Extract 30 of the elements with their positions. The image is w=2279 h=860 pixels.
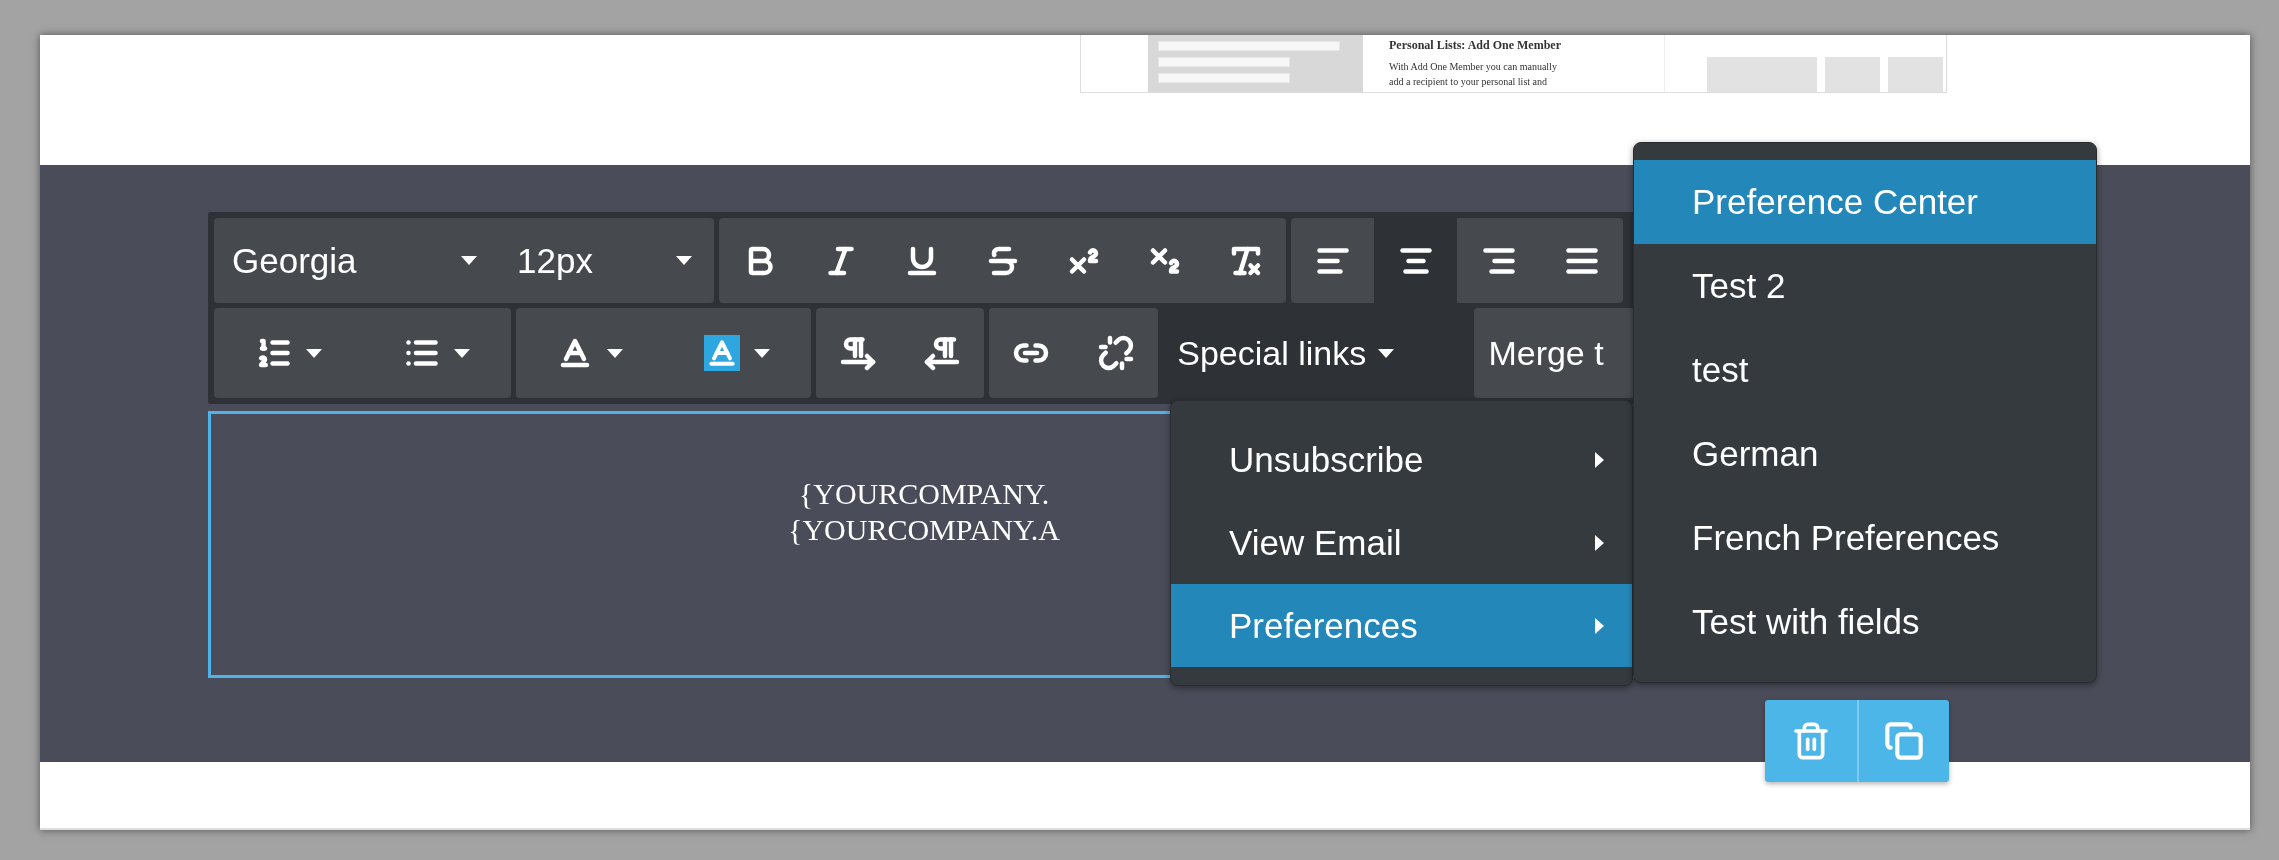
editor-text: {YOURCOMPANY. xyxy=(798,476,1050,512)
pilcrow-right-icon xyxy=(840,335,877,371)
caret-icon xyxy=(461,256,477,265)
thumbnail-text: With Add One Member you can manually xyxy=(1389,60,1558,74)
submenu-arrow-icon xyxy=(1595,451,1604,468)
merge-button[interactable]: Merge t xyxy=(1474,308,1634,398)
unlink-icon xyxy=(1097,335,1134,371)
pilcrow-left-icon xyxy=(923,335,960,371)
highlight-color-icon xyxy=(704,335,741,371)
submenu-arrow-icon xyxy=(1595,617,1604,634)
editor-text: {YOURCOMPANY.A xyxy=(788,512,1060,548)
submenu-item[interactable]: Test 2 xyxy=(1634,244,2096,328)
trash-icon xyxy=(1791,721,1831,761)
submenu-arrow-icon xyxy=(1595,534,1604,551)
caret-icon xyxy=(606,348,623,358)
thumbnail-text: add a recipient to your personal list and xyxy=(1389,75,1548,89)
menu-item[interactable]: View Email xyxy=(1171,501,1632,584)
menu-item[interactable]: Preferences xyxy=(1171,584,1632,667)
caret-icon xyxy=(754,348,771,358)
caret-icon xyxy=(1378,348,1395,358)
submenu-item[interactable]: test xyxy=(1634,328,2096,412)
font-select[interactable]: Georgia xyxy=(214,218,499,303)
menu-item[interactable]: Unsubscribe xyxy=(1171,418,1632,501)
submenu-item[interactable]: Preference Center xyxy=(1634,160,2096,244)
caret-icon xyxy=(454,348,471,358)
caret-icon xyxy=(305,348,322,358)
font-size-select[interactable]: 12px xyxy=(499,218,714,303)
thumbnail-heading: Personal Lists: Add One Member xyxy=(1389,38,1562,53)
caret-icon xyxy=(676,256,692,265)
copy-icon xyxy=(1884,721,1924,761)
